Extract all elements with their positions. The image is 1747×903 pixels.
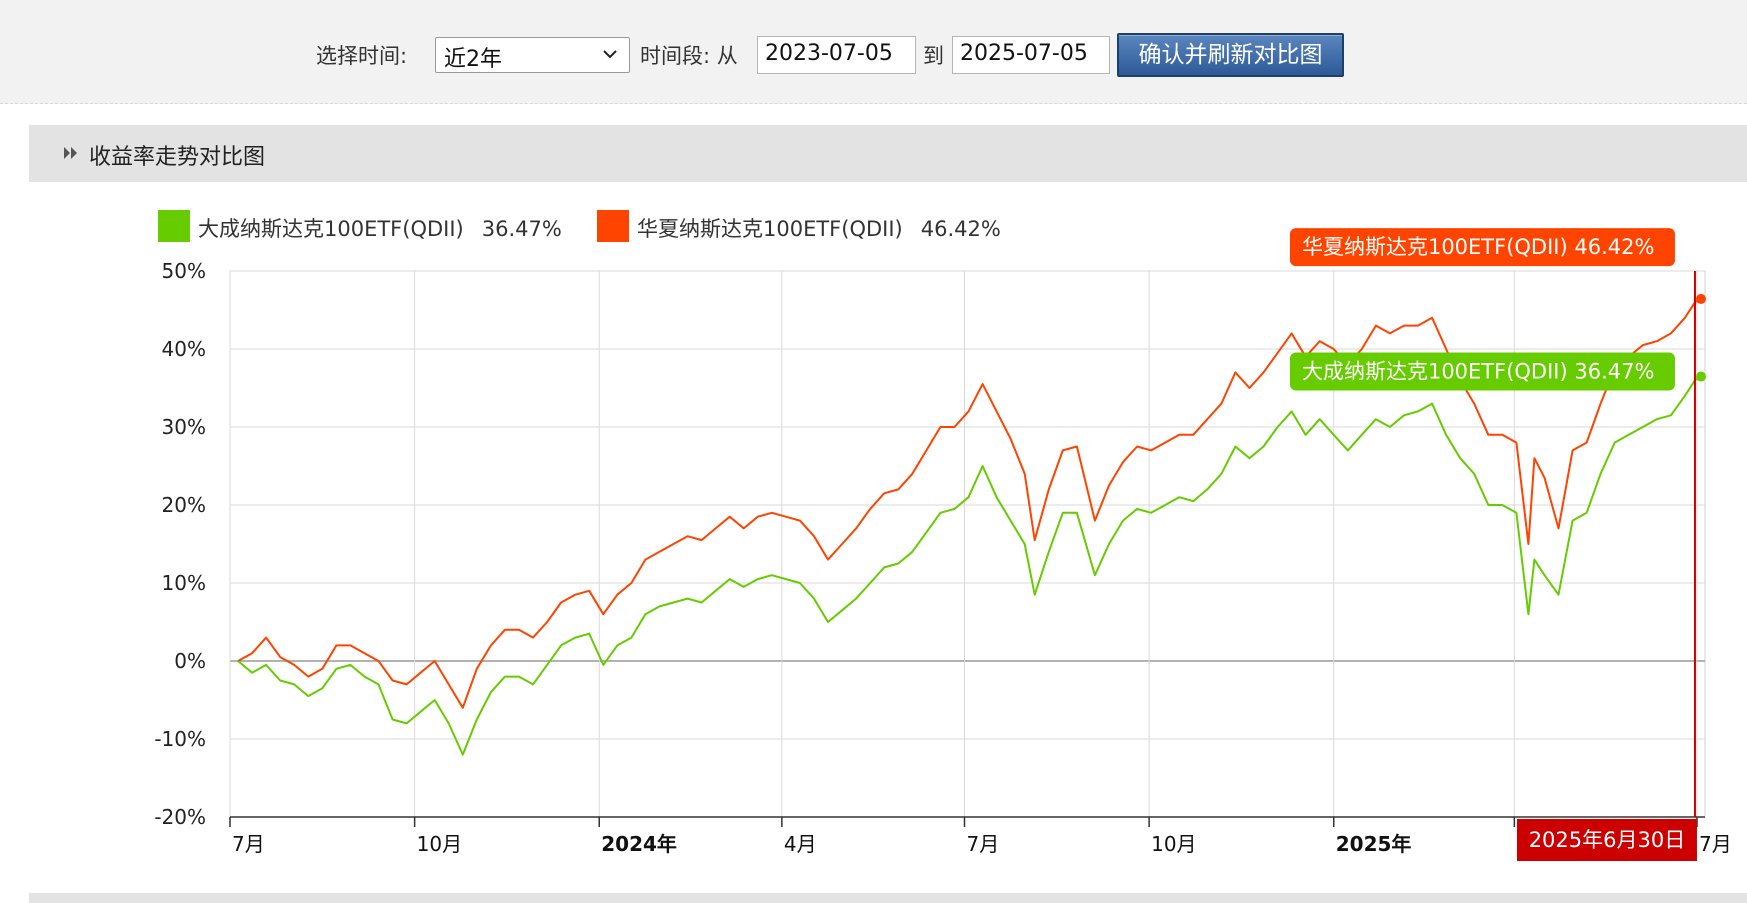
date-tooltip: 2025年6月30日: [1516, 819, 1697, 861]
y-tick-label: 20%: [162, 493, 206, 517]
tooltip-huaxia: 华夏纳斯达克100ETF(QDII) 46.42%: [1289, 228, 1675, 267]
y-tick-label: 0%: [174, 649, 206, 673]
series-end-marker-dacheng: [1695, 371, 1706, 382]
x-tick-label: 10月: [1151, 832, 1196, 856]
y-tick-label: 30%: [162, 415, 206, 439]
y-axis: 50% 40% 30% 20% 10% 0% -10% -20%: [154, 259, 206, 829]
x-tick-label: 2024年: [601, 832, 677, 856]
x-tick-label: 4月: [784, 832, 817, 856]
tooltip-dacheng-text: 大成纳斯达克100ETF(QDII) 36.47%: [1302, 360, 1654, 384]
y-tick-label: 50%: [162, 259, 206, 283]
series-end-marker-huaxia: [1695, 293, 1706, 304]
y-tick-label: 10%: [162, 571, 206, 595]
tooltip-dacheng: 大成纳斯达克100ETF(QDII) 36.47%: [1289, 352, 1675, 391]
y-tick-label: 40%: [162, 337, 206, 361]
x-tick-label: 7月: [1699, 832, 1732, 856]
x-tick-label: 10月: [417, 832, 462, 856]
date-tooltip-text: 2025年6月30日: [1529, 828, 1686, 852]
x-tick-label: 7月: [232, 832, 265, 856]
x-axis: 7月10月2024年4月7月10月2025年4月7月: [229, 816, 1732, 856]
x-tick-label: 7月: [966, 832, 999, 856]
x-tick-label: 2025年: [1336, 832, 1412, 856]
y-tick-label: -10%: [154, 727, 206, 751]
return-comparison-chart[interactable]: 50% 40% 30% 20% 10% 0% -10% -20% 7月 10月 2024年 4月 7月…: [0, 0, 1747, 893]
tooltip-huaxia-text: 华夏纳斯达克100ETF(QDII) 46.42%: [1302, 235, 1654, 259]
y-tick-label: -20%: [154, 805, 206, 829]
chart-overlay: 华夏纳斯达克100ETF(QDII) 46.42% 大成纳斯达克100ETF(Q…: [1289, 228, 1697, 861]
bottom-section-bar: [29, 893, 1747, 903]
